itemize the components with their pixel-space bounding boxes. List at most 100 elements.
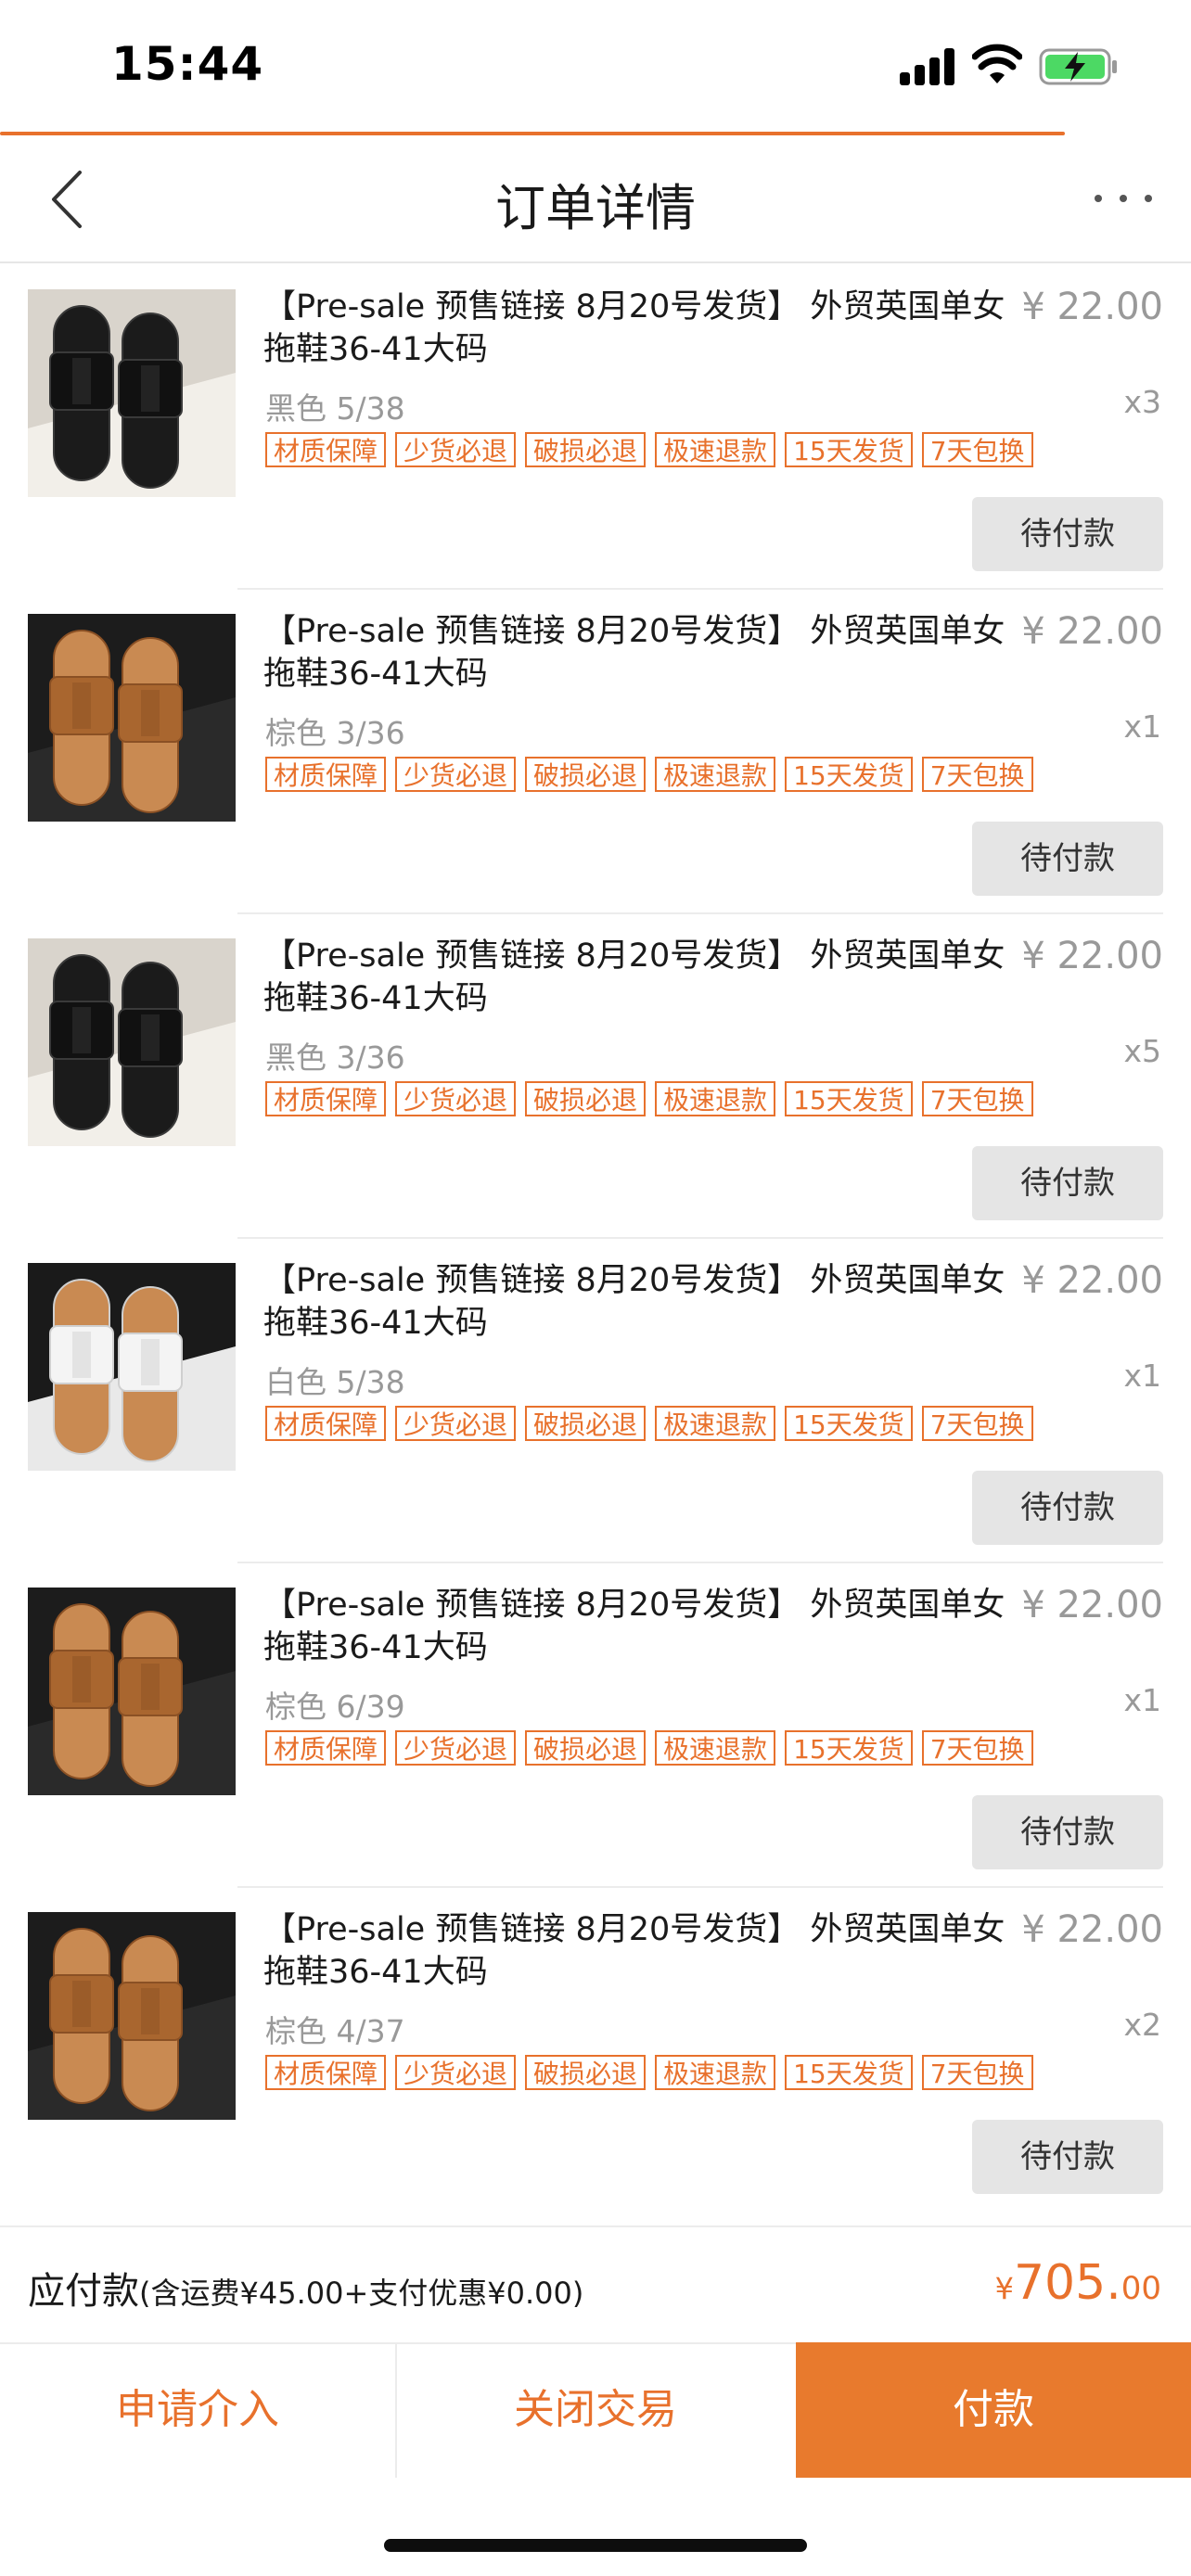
service-tag: 破损必退 bbox=[525, 1730, 647, 1766]
pending-payment-button[interactable]: 待付款 bbox=[972, 822, 1163, 896]
service-tag: 材质保障 bbox=[265, 1081, 387, 1116]
service-tags: 材质保障 少货必退 破损必退 极速退款 15天发货 7天包换 bbox=[265, 757, 1043, 792]
order-item[interactable]: 【Pre-sale 预售链接 8月20号发货】 外贸英国单女拖鞋36-41大码 … bbox=[0, 1562, 1191, 1886]
unit-price: ¥ 22.00 bbox=[1021, 610, 1163, 653]
order-item[interactable]: 【Pre-sale 预售链接 8月20号发货】 外贸英国单女拖鞋36-41大码 … bbox=[0, 1886, 1191, 2211]
product-thumbnail[interactable] bbox=[28, 938, 236, 1146]
service-tag: 材质保障 bbox=[265, 1406, 387, 1441]
amount-integer: 705. bbox=[1013, 2255, 1121, 2311]
service-tag: 7天包换 bbox=[921, 2055, 1033, 2090]
service-tag: 15天发货 bbox=[785, 1081, 913, 1116]
product-thumbnail[interactable] bbox=[28, 1588, 236, 1795]
bottom-action-bar: 申请介入 关闭交易 付款 bbox=[0, 2342, 1191, 2478]
service-tag: 少货必退 bbox=[395, 1081, 517, 1116]
cellular-signal-icon bbox=[900, 48, 957, 85]
pending-payment-button[interactable]: 待付款 bbox=[972, 497, 1163, 571]
product-title: 【Pre-sale 预售链接 8月20号发货】 外贸英国单女拖鞋36-41大码 bbox=[263, 613, 1005, 693]
product-spec: 白色 5/38 bbox=[265, 1364, 405, 1400]
nav-bar: 订单详情 bbox=[0, 135, 1191, 263]
service-tag: 7天包换 bbox=[921, 1081, 1033, 1116]
amount-due-value: ¥705.00 bbox=[995, 2255, 1161, 2311]
sandals-photo bbox=[28, 289, 236, 497]
service-tag: 破损必退 bbox=[525, 432, 647, 467]
service-tag: 少货必退 bbox=[395, 757, 517, 792]
service-tag: 15天发货 bbox=[785, 757, 913, 792]
order-item[interactable]: 【Pre-sale 预售链接 8月20号发货】 外贸英国单女拖鞋36-41大码 … bbox=[0, 263, 1191, 588]
service-tags: 材质保障 少货必退 破损必退 极速退款 15天发货 7天包换 bbox=[265, 1406, 1043, 1441]
sandals-photo bbox=[28, 1263, 236, 1471]
status-bar: 15:44 bbox=[0, 0, 1191, 130]
service-tags: 材质保障 少货必退 破损必退 极速退款 15天发货 7天包换 bbox=[265, 432, 1043, 467]
pay-button[interactable]: 付款 bbox=[796, 2342, 1191, 2478]
product-title: 【Pre-sale 预售链接 8月20号发货】 外贸英国单女拖鞋36-41大码 bbox=[263, 1262, 1005, 1342]
unit-price: ¥ 22.00 bbox=[1021, 1908, 1163, 1951]
order-item[interactable]: 【Pre-sale 预售链接 8月20号发货】 外贸英国单女拖鞋36-41大码 … bbox=[0, 588, 1191, 912]
service-tag: 材质保障 bbox=[265, 2055, 387, 2090]
product-spec: 棕色 4/37 bbox=[265, 2013, 405, 2049]
pending-payment-button[interactable]: 待付款 bbox=[972, 1471, 1163, 1545]
unit-price: ¥ 22.00 bbox=[1021, 286, 1163, 328]
payment-summary: 应付款(含运费¥45.00+支付优惠¥0.00) ¥705.00 bbox=[0, 2225, 1191, 2344]
product-title: 【Pre-sale 预售链接 8月20号发货】 外贸英国单女拖鞋36-41大码 bbox=[263, 1587, 1005, 1666]
product-spec: 黑色 3/36 bbox=[265, 1039, 405, 1076]
service-tag: 少货必退 bbox=[395, 432, 517, 467]
product-spec: 棕色 6/39 bbox=[265, 1689, 405, 1725]
unit-price: ¥ 22.00 bbox=[1021, 1584, 1163, 1626]
quantity: x1 bbox=[1123, 1358, 1161, 1394]
service-tag: 15天发货 bbox=[785, 432, 913, 467]
service-tag: 7天包换 bbox=[921, 1730, 1033, 1766]
service-tag: 破损必退 bbox=[525, 1081, 647, 1116]
close-transaction-button[interactable]: 关闭交易 bbox=[397, 2342, 794, 2478]
quantity: x1 bbox=[1123, 708, 1161, 745]
pending-payment-button[interactable]: 待付款 bbox=[972, 1795, 1163, 1869]
service-tag: 材质保障 bbox=[265, 1730, 387, 1766]
service-tag: 极速退款 bbox=[655, 1081, 776, 1116]
sandals-photo bbox=[28, 614, 236, 822]
service-tag: 破损必退 bbox=[525, 757, 647, 792]
order-item-list: 【Pre-sale 预售链接 8月20号发货】 外贸英国单女拖鞋36-41大码 … bbox=[0, 263, 1191, 2211]
service-tag: 少货必退 bbox=[395, 2055, 517, 2090]
product-thumbnail[interactable] bbox=[28, 614, 236, 822]
sandals-photo bbox=[28, 1588, 236, 1795]
more-options-icon[interactable] bbox=[1091, 193, 1156, 208]
service-tag: 材质保障 bbox=[265, 432, 387, 467]
service-tag: 15天发货 bbox=[785, 1730, 913, 1766]
order-item[interactable]: 【Pre-sale 预售链接 8月20号发货】 外贸英国单女拖鞋36-41大码 … bbox=[0, 1237, 1191, 1562]
request-intervention-button[interactable]: 申请介入 bbox=[0, 2342, 397, 2478]
service-tags: 材质保障 少货必退 破损必退 极速退款 15天发货 7天包换 bbox=[265, 1081, 1043, 1116]
service-tag: 7天包换 bbox=[921, 432, 1033, 467]
quantity: x3 bbox=[1123, 384, 1161, 420]
service-tag: 极速退款 bbox=[655, 432, 776, 467]
battery-charging-icon bbox=[1039, 48, 1117, 85]
service-tag: 15天发货 bbox=[785, 1406, 913, 1441]
product-thumbnail[interactable] bbox=[28, 1912, 236, 2120]
status-time: 15:44 bbox=[111, 37, 264, 91]
product-thumbnail[interactable] bbox=[28, 289, 236, 497]
service-tag: 极速退款 bbox=[655, 757, 776, 792]
service-tags: 材质保障 少货必退 破损必退 极速退款 15天发货 7天包换 bbox=[265, 1730, 1043, 1766]
product-title: 【Pre-sale 预售链接 8月20号发货】 外贸英国单女拖鞋36-41大码 bbox=[263, 288, 1005, 368]
wifi-icon bbox=[972, 44, 1022, 83]
service-tag: 破损必退 bbox=[525, 2055, 647, 2090]
order-item[interactable]: 【Pre-sale 预售链接 8月20号发货】 外贸英国单女拖鞋36-41大码 … bbox=[0, 912, 1191, 1237]
quantity: x5 bbox=[1123, 1033, 1161, 1069]
amount-due-label: 应付款(含运费¥45.00+支付优惠¥0.00) bbox=[28, 2261, 583, 2315]
pending-payment-button[interactable]: 待付款 bbox=[972, 1146, 1163, 1220]
service-tag: 极速退款 bbox=[655, 1406, 776, 1441]
product-title: 【Pre-sale 预售链接 8月20号发货】 外贸英国单女拖鞋36-41大码 bbox=[263, 937, 1005, 1017]
unit-price: ¥ 22.00 bbox=[1021, 1259, 1163, 1302]
quantity: x2 bbox=[1123, 2007, 1161, 2043]
pending-payment-button[interactable]: 待付款 bbox=[972, 2120, 1163, 2194]
service-tag: 材质保障 bbox=[265, 757, 387, 792]
amount-decimal: 00 bbox=[1121, 2270, 1161, 2307]
product-thumbnail[interactable] bbox=[28, 1263, 236, 1471]
product-title: 【Pre-sale 预售链接 8月20号发货】 外贸英国单女拖鞋36-41大码 bbox=[263, 1911, 1005, 1991]
service-tag: 15天发货 bbox=[785, 2055, 913, 2090]
amount-due-text: 应付款 bbox=[28, 2270, 139, 2313]
unit-price: ¥ 22.00 bbox=[1021, 935, 1163, 977]
service-tag: 7天包换 bbox=[921, 757, 1033, 792]
service-tag: 极速退款 bbox=[655, 1730, 776, 1766]
service-tag: 少货必退 bbox=[395, 1730, 517, 1766]
service-tags: 材质保障 少货必退 破损必退 极速退款 15天发货 7天包换 bbox=[265, 2055, 1043, 2090]
service-tag: 极速退款 bbox=[655, 2055, 776, 2090]
